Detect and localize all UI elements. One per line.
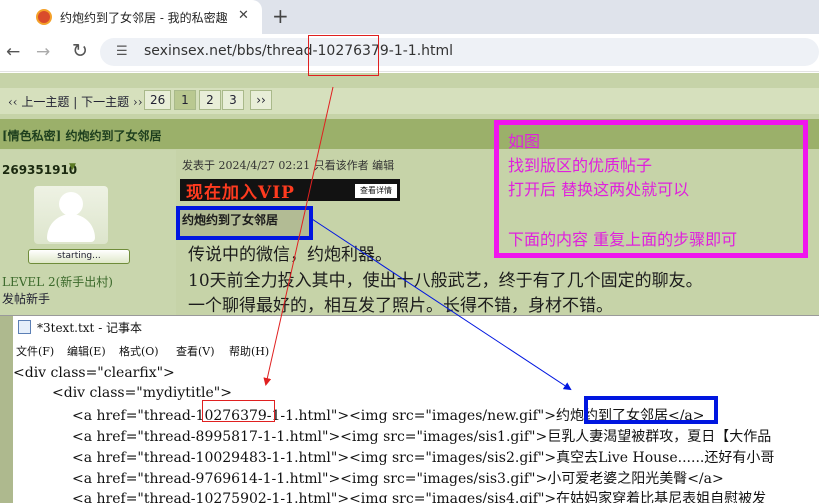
annotation-arrows (263, 86, 572, 391)
blue-arrow (311, 218, 572, 391)
red-arrow (263, 86, 334, 386)
